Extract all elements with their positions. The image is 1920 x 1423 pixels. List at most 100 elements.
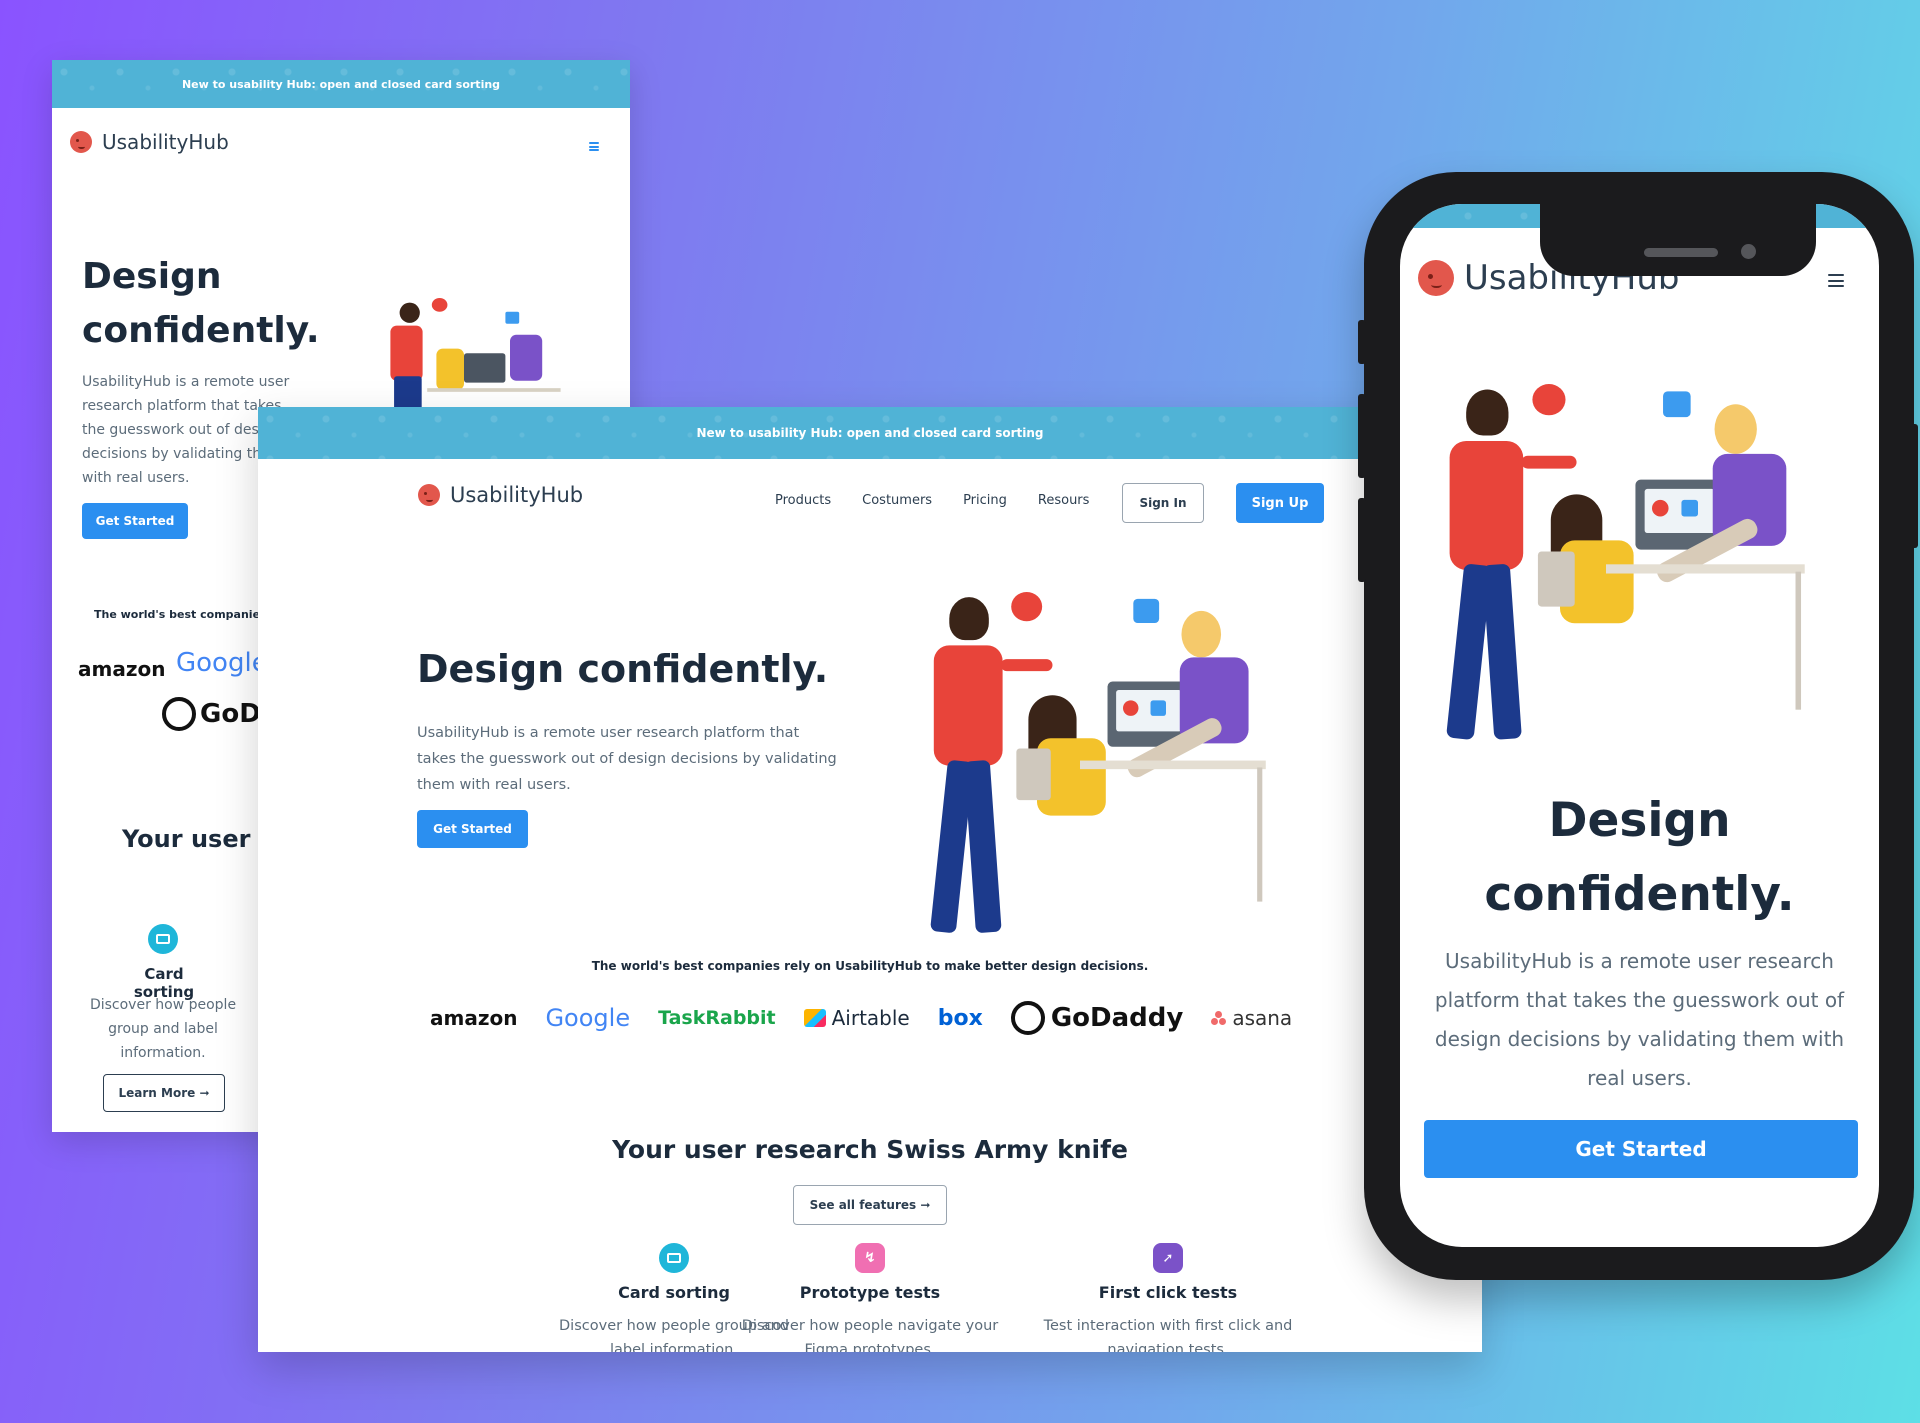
brand-blob-icon	[418, 484, 440, 506]
feature-desc: Discover how people navigate your Figma …	[741, 1318, 999, 1352]
logo-godaddy: GoDaddy	[1010, 1001, 1184, 1035]
logo-godaddy-text: GoDaddy	[1050, 1003, 1184, 1033]
hamburger-menu-icon[interactable]	[1828, 274, 1844, 287]
hero-illustration	[1422, 384, 1808, 741]
person-head-icon	[1466, 389, 1509, 436]
godaddy-icon	[162, 697, 196, 731]
logo-google: Google	[176, 648, 268, 678]
banner-text: New to usability Hub: open and closed ca…	[696, 426, 1044, 440]
chair-icon	[1016, 748, 1051, 801]
monitor-icon	[464, 353, 506, 383]
logo-airtable: Airtable	[803, 1006, 910, 1030]
desk-leg-icon	[1795, 571, 1802, 710]
card-sorting-icon	[148, 924, 178, 954]
section-title: Your user research Swiss Army knife	[612, 1135, 1128, 1164]
feature-title: Prototype tests	[799, 1283, 941, 1302]
brand-logo[interactable]: UsabilityHub	[418, 483, 583, 507]
get-started-button[interactable]: Get Started	[417, 810, 528, 848]
desk-icon	[1606, 564, 1805, 574]
announcement-banner[interactable]: New to usability Hub: open and closed ca…	[52, 60, 630, 108]
card-sorting-icon	[659, 1243, 689, 1273]
chair-icon	[1537, 551, 1575, 607]
person-head-icon	[949, 597, 989, 641]
hero-title: Design confidently.	[1400, 784, 1879, 932]
person-shirt-icon	[933, 645, 1003, 766]
logo-box: box	[937, 1005, 983, 1031]
speaker-icon	[1644, 248, 1718, 257]
person3-hair-icon	[1181, 610, 1222, 658]
companies-heading: The world's best companies rely on Usabi…	[591, 959, 1149, 973]
hero-body: UsabilityHub is a remote user research p…	[417, 725, 837, 793]
nav-resours[interactable]: Resours	[1038, 493, 1090, 508]
speech-bubble-red-icon	[431, 298, 448, 312]
nav-products[interactable]: Products	[775, 493, 831, 508]
person-head-icon	[399, 302, 420, 323]
sign-in-button[interactable]: Sign In	[1122, 483, 1204, 523]
speech-bubble-blue-icon	[1663, 391, 1691, 418]
person-leg-right-icon	[1482, 563, 1522, 740]
nav-costumers[interactable]: Costumers	[862, 493, 932, 508]
feature-title: First click tests	[1098, 1283, 1238, 1302]
logo-amazon: amazon	[78, 657, 166, 681]
camera-icon	[1741, 244, 1756, 259]
hero-title-line1: Design	[82, 256, 222, 297]
phone-notch	[1540, 204, 1816, 276]
logo-taskrabbit: TaskRabbit	[658, 1007, 776, 1029]
nav-pricing[interactable]: Pricing	[963, 493, 1007, 508]
desk-icon	[427, 388, 561, 392]
brand-blob-icon	[70, 131, 92, 153]
hero-title-line2: confidently.	[82, 310, 320, 351]
speech-bubble-red-icon	[1532, 384, 1566, 416]
feature-prototype-tests[interactable]: ↯ Prototype tests Discover how people na…	[740, 1243, 1000, 1352]
desktop-preview-window: New to usability Hub: open and closed ca…	[258, 407, 1482, 1352]
feature-card-sorting-desc: Discover how people group and label info…	[89, 997, 237, 1061]
banner-text: New to usability Hub: open and closed ca…	[181, 77, 501, 91]
hero-title: Design confidently.	[82, 250, 320, 358]
company-logos: amazon Google TaskRabbit Airtable box Go…	[430, 1001, 1292, 1035]
person-arm-icon	[1521, 455, 1577, 469]
hero-title: Design confidently.	[417, 647, 829, 691]
desk-leg-icon	[1257, 767, 1263, 902]
feature-desc: Test interaction with first click and na…	[1043, 1318, 1293, 1352]
hero-illustration	[908, 592, 1269, 934]
hero-body: UsabilityHub is a remote user research p…	[1434, 949, 1845, 1090]
phone-volume-down-button	[1358, 498, 1366, 582]
asana-icon	[1211, 1011, 1227, 1025]
brand-logo[interactable]: UsabilityHub	[70, 130, 229, 154]
main-nav: Products Costumers Pricing Resours	[775, 493, 1089, 508]
learn-more-button[interactable]: Learn More ➞	[103, 1074, 225, 1112]
person-arm-icon	[1000, 659, 1053, 672]
companies-heading: The world's best companies	[94, 608, 267, 621]
logo-amazon: amazon	[430, 1006, 518, 1030]
phone-volume-up-button	[1358, 394, 1366, 478]
logo-airtable-text: Airtable	[831, 1006, 910, 1030]
person2-shirt-icon	[436, 348, 464, 390]
see-all-features-button[interactable]: See all features ➞	[793, 1185, 947, 1225]
speech-bubble-blue-icon	[505, 311, 520, 324]
hero-title-line1: Design	[1548, 793, 1731, 848]
logo-asana: asana	[1211, 1006, 1292, 1030]
phone-mockup: UsabilityHub Design confidently. Usabili…	[1358, 172, 1918, 1280]
phone-screen: UsabilityHub Design confidently. Usabili…	[1400, 204, 1879, 1247]
sign-up-button[interactable]: Sign Up	[1236, 483, 1324, 523]
phone-power-button	[1910, 424, 1918, 548]
hamburger-menu-icon[interactable]	[589, 142, 599, 151]
announcement-banner[interactable]: New to usability Hub: open and closed ca…	[258, 407, 1482, 459]
phone-mute-button	[1358, 320, 1366, 364]
logo-google: Google	[545, 1004, 631, 1032]
speech-bubble-blue-icon	[1133, 598, 1160, 623]
get-started-button[interactable]: Get Started	[82, 503, 188, 539]
desk-icon	[1080, 760, 1266, 770]
person-shirt-icon	[390, 325, 423, 381]
person-shirt-icon	[1449, 441, 1524, 570]
feature-first-click-tests[interactable]: ➚ First click tests Test interaction wit…	[1038, 1243, 1298, 1352]
godaddy-icon	[1010, 1001, 1045, 1035]
brand-blob-icon	[1418, 260, 1454, 296]
person3-hair-icon	[1714, 404, 1757, 454]
speech-bubble-red-icon	[1011, 592, 1043, 622]
get-started-button[interactable]: Get Started	[1424, 1120, 1858, 1178]
brand-name: UsabilityHub	[450, 483, 584, 507]
brand-name: UsabilityHub	[102, 130, 229, 154]
person-leg-right-icon	[963, 759, 1002, 934]
person3-shirt-icon	[510, 334, 543, 381]
